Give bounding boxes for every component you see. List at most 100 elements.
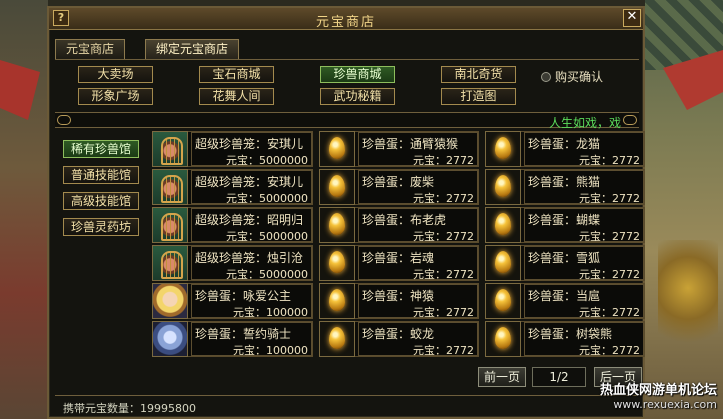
item-price: 元宝：2772 — [579, 154, 640, 167]
item-name: 珍兽蛋：誓约骑士 — [195, 327, 292, 341]
item-name: 超级珍兽笼：昭明归 — [195, 213, 304, 227]
cage-icon[interactable] — [152, 169, 188, 205]
shop-item[interactable]: 珍兽蛋：誓约骑士元宝：100000 — [152, 321, 313, 357]
subcategory-panel: 稀有珍兽馆 普通技能馆 高级技能馆 珍兽灵药坊 — [55, 130, 149, 370]
side-tab-pet-medicine[interactable]: 珍兽灵药坊 — [63, 218, 139, 236]
item-info: 珍兽蛋：布老虎元宝：2772 — [358, 208, 478, 243]
ornament-icon — [623, 115, 637, 125]
cage-icon[interactable] — [152, 131, 188, 167]
scenery-left — [0, 0, 48, 419]
shop-item[interactable]: 珍兽蛋：树袋熊 元宝：2772 — [485, 321, 645, 357]
category-button[interactable]: 形象广场 — [78, 88, 153, 105]
page-indicator: 1/2 — [532, 367, 586, 387]
item-info: 珍兽蛋：龙猫元宝：2772 — [524, 132, 644, 167]
egg-icon[interactable] — [485, 321, 521, 357]
egg-icon[interactable] — [319, 321, 355, 357]
item-name: 珍兽蛋：蝴蝶 — [528, 213, 601, 227]
egg-icon[interactable] — [319, 245, 355, 281]
shop-item[interactable]: 超级珍兽笼：烛引沧元宝：5000000 — [152, 245, 313, 281]
cage-icon[interactable] — [152, 245, 188, 281]
item-price: 元宝：2772 — [579, 192, 640, 205]
item-name: 珍兽蛋：当扈 — [528, 289, 601, 303]
shop-item[interactable]: 珍兽蛋：神猿 元宝：2772 — [319, 283, 479, 319]
egg-icon[interactable] — [485, 131, 521, 167]
shop-item[interactable]: 珍兽蛋：废柴 元宝：2772 — [319, 169, 479, 205]
item-info: 超级珍兽笼：昭明归 元宝：5000000 — [191, 208, 312, 243]
item-name: 珍兽蛋：废柴 — [362, 175, 435, 189]
watermark-url: www.rexuexia.com — [613, 398, 717, 411]
scenery-right — [645, 0, 723, 419]
shop-item[interactable]: 超级珍兽笼：昭明归 元宝：5000000 — [152, 207, 313, 243]
item-info: 珍兽蛋：咏爱公主 元宝：100000 — [191, 284, 312, 319]
item-price: 元宝：2772 — [413, 268, 474, 281]
item-info: 珍兽蛋：神猿 元宝：2772 — [358, 284, 478, 319]
category-button[interactable]: 武功秘籍 — [320, 88, 395, 105]
shop-item[interactable]: 珍兽蛋：蛟龙 元宝：2772 — [319, 321, 479, 357]
egg-icon[interactable] — [319, 283, 355, 319]
item-info: 珍兽蛋：誓约骑士元宝：100000 — [191, 322, 312, 357]
item-info: 珍兽蛋：蝴蝶元宝：2772 — [524, 208, 644, 243]
egg-icon[interactable] — [485, 283, 521, 319]
close-button[interactable]: ✕ — [623, 9, 641, 27]
egg-icon[interactable] — [319, 207, 355, 243]
side-tab-advanced-skills[interactable]: 高级技能馆 — [63, 192, 139, 210]
egg-icon[interactable] — [485, 169, 521, 205]
item-name: 珍兽蛋：蛟龙 — [362, 327, 435, 341]
category-button[interactable]: 打造图 — [441, 88, 516, 105]
fairy-icon[interactable] — [152, 283, 188, 319]
shop-item[interactable]: 珍兽蛋：通臂猿猴元宝：2772 — [319, 131, 479, 167]
side-tab-rare-pets[interactable]: 稀有珍兽馆 — [63, 140, 139, 158]
item-price: 元宝：2772 — [579, 230, 640, 243]
shop-item[interactable]: 珍兽蛋：蝴蝶元宝：2772 — [485, 207, 645, 243]
status-bar: 携带元宝数量：19995800 — [55, 395, 639, 415]
item-name: 珍兽蛋：通臂猿猴 — [362, 137, 459, 151]
side-tab-common-skills[interactable]: 普通技能馆 — [63, 166, 139, 184]
item-info: 超级珍兽笼：安琪儿 元宝：5000000 — [191, 170, 312, 205]
item-name: 珍兽蛋：龙猫 — [528, 137, 601, 151]
shop-item[interactable]: 珍兽蛋：布老虎元宝：2772 — [319, 207, 479, 243]
tab-yuanbao-shop[interactable]: 元宝商店 — [55, 39, 126, 59]
egg-icon[interactable] — [485, 245, 521, 281]
shop-item[interactable]: 珍兽蛋：咏爱公主 元宝：100000 — [152, 283, 313, 319]
shop-item[interactable]: 珍兽蛋：当扈 元宝：2772 — [485, 283, 645, 319]
shop-item[interactable]: 珍兽蛋：雪狐元宝：2772 — [485, 245, 645, 281]
category-button-active[interactable]: 珍兽商城 — [320, 66, 395, 83]
item-name: 超级珍兽笼：烛引沧 — [195, 251, 304, 265]
egg-icon[interactable] — [485, 207, 521, 243]
knight-icon[interactable] — [152, 321, 188, 357]
item-name: 珍兽蛋：雪狐 — [528, 251, 601, 265]
item-price: 元宝：2772 — [413, 154, 474, 167]
tab-divider — [55, 59, 639, 60]
prev-page-button[interactable]: 前一页 — [478, 367, 526, 387]
shop-item[interactable]: 珍兽蛋：岩魂 元宝：2772 — [319, 245, 479, 281]
item-price: 元宝：5000000 — [226, 268, 308, 281]
purchase-confirm-option[interactable]: 购买确认 — [541, 68, 603, 85]
category-button[interactable]: 花舞人间 — [199, 88, 274, 105]
item-name: 珍兽蛋：神猿 — [362, 289, 435, 303]
item-info: 珍兽蛋：通臂猿猴元宝：2772 — [358, 132, 478, 167]
title-bar[interactable]: ? 元宝商店 ✕ — [49, 8, 643, 30]
shop-item[interactable]: 珍兽蛋：龙猫元宝：2772 — [485, 131, 645, 167]
shop-window: ? 元宝商店 ✕ 元宝商店 绑定元宝商店 大卖场 宝石商城 珍兽商城 南北奇货 … — [47, 6, 645, 419]
radio-button[interactable] — [541, 72, 551, 82]
item-name: 珍兽蛋：布老虎 — [362, 213, 447, 227]
item-price: 元宝：100000 — [233, 306, 308, 319]
egg-icon[interactable] — [319, 169, 355, 205]
purchase-confirm-label: 购买确认 — [555, 70, 604, 84]
cage-icon[interactable] — [152, 207, 188, 243]
category-button[interactable]: 宝石商城 — [199, 66, 274, 83]
egg-icon[interactable] — [319, 131, 355, 167]
watermark-title: 热血侠网游单机论坛 — [599, 383, 717, 398]
item-price: 元宝：2772 — [413, 230, 474, 243]
item-info: 珍兽蛋：树袋熊 元宝：2772 — [524, 322, 644, 357]
item-info: 超级珍兽笼：安琪儿 元宝：5000000 — [191, 132, 312, 167]
item-name: 珍兽蛋：熊猫 — [528, 175, 601, 189]
shop-item[interactable]: 珍兽蛋：熊猫元宝：2772 — [485, 169, 645, 205]
category-button[interactable]: 南北奇货 — [441, 66, 516, 83]
shop-item[interactable]: 超级珍兽笼：安琪儿 元宝：5000000 — [152, 131, 313, 167]
item-price: 元宝：2772 — [579, 268, 640, 281]
item-price: 元宝：100000 — [233, 344, 308, 357]
category-button[interactable]: 大卖场 — [78, 66, 153, 83]
shop-item[interactable]: 超级珍兽笼：安琪儿 元宝：5000000 — [152, 169, 313, 205]
tab-bound-yuanbao-shop[interactable]: 绑定元宝商店 — [145, 39, 240, 59]
